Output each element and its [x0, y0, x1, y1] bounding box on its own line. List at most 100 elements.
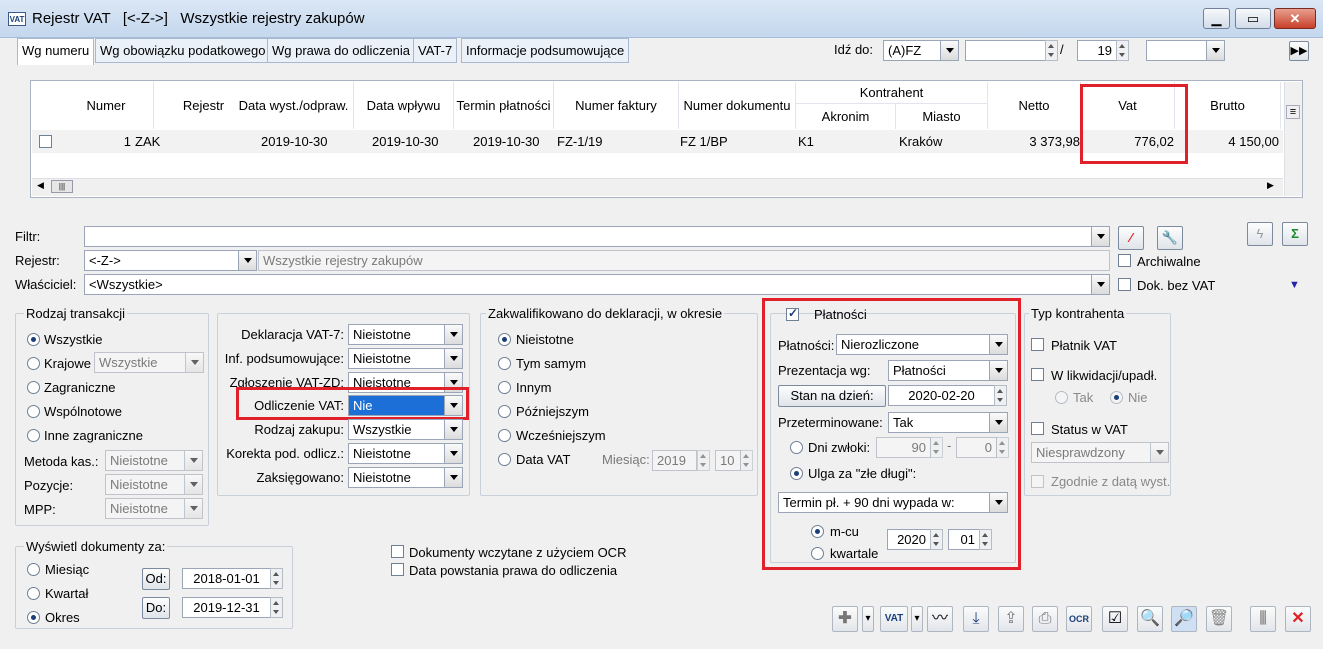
- sum-icon[interactable]: Σ: [1282, 222, 1308, 246]
- zakwal-rok-spin[interactable]: [697, 450, 710, 471]
- ocr-checkbox[interactable]: [391, 545, 404, 558]
- col-termin[interactable]: Termin płatności: [454, 82, 554, 129]
- chevron-down-icon[interactable]: [1091, 275, 1109, 294]
- wlasciciel-combo[interactable]: <Wszystkie>: [84, 274, 1110, 295]
- add-dropdown-icon[interactable]: ▾: [862, 606, 874, 632]
- radio-data-vat[interactable]: [498, 453, 511, 466]
- goto-type-combo[interactable]: (A)FZ: [883, 40, 959, 61]
- radio-wczesniejszym[interactable]: [498, 429, 511, 442]
- inf-combo[interactable]: Nieistotne: [348, 348, 463, 369]
- radio-wszystkie[interactable]: [27, 333, 40, 346]
- columns-icon[interactable]: ⫼: [1250, 606, 1276, 632]
- import-icon[interactable]: ⤓: [963, 606, 989, 632]
- chart-icon[interactable]: 〰: [927, 606, 953, 632]
- tab-vat7[interactable]: VAT-7: [413, 38, 458, 63]
- od-date-input[interactable]: 2018-01-01: [182, 568, 271, 589]
- col-dokument[interactable]: Numer dokumentu: [679, 82, 796, 129]
- goto-number-input[interactable]: 19: [1077, 40, 1117, 61]
- od-date-spin[interactable]: [270, 568, 283, 589]
- chevron-down-icon[interactable]: [444, 468, 462, 487]
- delete-icon[interactable]: 🗑: [1206, 606, 1232, 632]
- chevron-down-icon[interactable]: [185, 353, 203, 372]
- radio-tym-samym[interactable]: [498, 357, 511, 370]
- goto-number-spin[interactable]: [1116, 40, 1129, 61]
- vertical-scrollbar[interactable]: [1284, 82, 1302, 196]
- do-date-input[interactable]: 2019-12-31: [182, 597, 271, 618]
- radio-pozniejszym[interactable]: [498, 405, 511, 418]
- horizontal-scrollbar[interactable]: [32, 178, 1283, 196]
- scroll-right-icon[interactable]: ▶: [1267, 180, 1274, 191]
- filter-clear-icon[interactable]: ⁄: [1118, 226, 1144, 250]
- pozycje-combo[interactable]: Nieistotne: [105, 474, 203, 495]
- radio-nie[interactable]: [1110, 391, 1123, 404]
- filter-construct-icon[interactable]: 🔧: [1157, 226, 1183, 250]
- chevron-down-icon[interactable]: [1091, 227, 1109, 246]
- radio-innym[interactable]: [498, 381, 511, 394]
- tab-wg-numeru[interactable]: Wg numeru: [17, 38, 95, 65]
- lightning-icon[interactable]: ϟ: [1247, 222, 1273, 246]
- expand-down-icon[interactable]: ▼: [1289, 279, 1300, 291]
- col-netto[interactable]: Netto: [988, 82, 1081, 129]
- export-icon[interactable]: ⇪: [998, 606, 1024, 632]
- likwidacji-checkbox[interactable]: [1031, 368, 1044, 381]
- zaksiegowano-combo[interactable]: Nieistotne: [348, 467, 463, 488]
- radio-nieistotne[interactable]: [498, 333, 511, 346]
- chevron-down-icon[interactable]: [444, 444, 462, 463]
- preview-icon[interactable]: 🔎: [1171, 606, 1197, 632]
- zakwal-mies-spin[interactable]: [740, 450, 753, 471]
- goto-suffix-combo[interactable]: [1146, 40, 1225, 61]
- krajowe-combo[interactable]: Wszystkie: [94, 352, 204, 373]
- print-icon[interactable]: ⎙: [1032, 606, 1058, 632]
- col-miasto[interactable]: Miasto: [896, 104, 988, 129]
- chevron-down-icon[interactable]: [444, 325, 462, 344]
- archiwalne-checkbox[interactable]: [1118, 254, 1131, 267]
- goto-prefix-input[interactable]: [965, 40, 1047, 61]
- chevron-down-icon[interactable]: [444, 349, 462, 368]
- chevron-down-icon[interactable]: [238, 251, 256, 270]
- col-faktura[interactable]: Numer faktury: [554, 82, 679, 129]
- ocr-icon[interactable]: OCR: [1066, 606, 1092, 632]
- metoda-combo[interactable]: Nieistotne: [105, 450, 203, 471]
- chevron-down-icon[interactable]: [184, 451, 202, 470]
- chevron-down-icon[interactable]: [444, 420, 462, 439]
- tab-informacje[interactable]: Informacje podsumowujące: [461, 38, 630, 63]
- close-icon[interactable]: ✕: [1274, 8, 1316, 29]
- korekta-combo[interactable]: Nieistotne: [348, 443, 463, 464]
- maximize-icon[interactable]: ▭: [1235, 8, 1271, 29]
- radio-wspolnotowe[interactable]: [27, 405, 40, 418]
- dok-bez-vat-checkbox[interactable]: [1118, 278, 1131, 291]
- radio-zagraniczne[interactable]: [27, 381, 40, 394]
- vat-declaration-icon[interactable]: VAT: [880, 606, 908, 632]
- goto-prefix-spin[interactable]: [1045, 40, 1058, 61]
- zakwal-mies-input[interactable]: 10: [715, 450, 741, 471]
- scroll-thumb[interactable]: |||: [51, 180, 73, 193]
- status-vat-checkbox[interactable]: [1031, 422, 1044, 435]
- do-date-spin[interactable]: [270, 597, 283, 618]
- row-checkbox[interactable]: [39, 135, 52, 148]
- od-button[interactable]: Od:: [142, 568, 170, 590]
- radio-krajowe[interactable]: [27, 357, 40, 370]
- rodzaj-zakupu-combo[interactable]: Wszystkie: [348, 419, 463, 440]
- chevron-down-icon[interactable]: [1206, 41, 1224, 60]
- add-icon[interactable]: ✚: [832, 606, 858, 632]
- goto-end-button[interactable]: ▶▶: [1289, 41, 1309, 61]
- deklaracja-combo[interactable]: Nieistotne: [348, 324, 463, 345]
- chevron-down-icon[interactable]: [184, 499, 202, 518]
- filtr-combo[interactable]: [84, 226, 1110, 247]
- zakwal-rok-input[interactable]: 2019: [652, 450, 697, 471]
- chevron-down-icon[interactable]: [1150, 443, 1168, 462]
- radio-okres[interactable]: [27, 611, 40, 624]
- radio-miesiac[interactable]: [27, 563, 40, 576]
- tab-wg-prawa[interactable]: Wg prawa do odliczenia: [267, 38, 416, 63]
- approve-icon[interactable]: ☑: [1102, 606, 1128, 632]
- tab-wg-obowiazku[interactable]: Wg obowiązku podatkowego: [95, 38, 271, 63]
- close-window-icon[interactable]: ✕: [1285, 606, 1311, 632]
- radio-inne[interactable]: [27, 429, 40, 442]
- col-numer[interactable]: Numer: [59, 82, 154, 129]
- col-akronim[interactable]: Akronim: [796, 104, 896, 129]
- mpp-combo[interactable]: Nieistotne: [105, 498, 203, 519]
- col-data-wplywu[interactable]: Data wpływu: [354, 82, 454, 129]
- column-chooser-icon[interactable]: ≡: [1286, 105, 1300, 119]
- vat-dropdown-icon[interactable]: ▾: [911, 606, 923, 632]
- col-brutto[interactable]: Brutto: [1175, 82, 1281, 129]
